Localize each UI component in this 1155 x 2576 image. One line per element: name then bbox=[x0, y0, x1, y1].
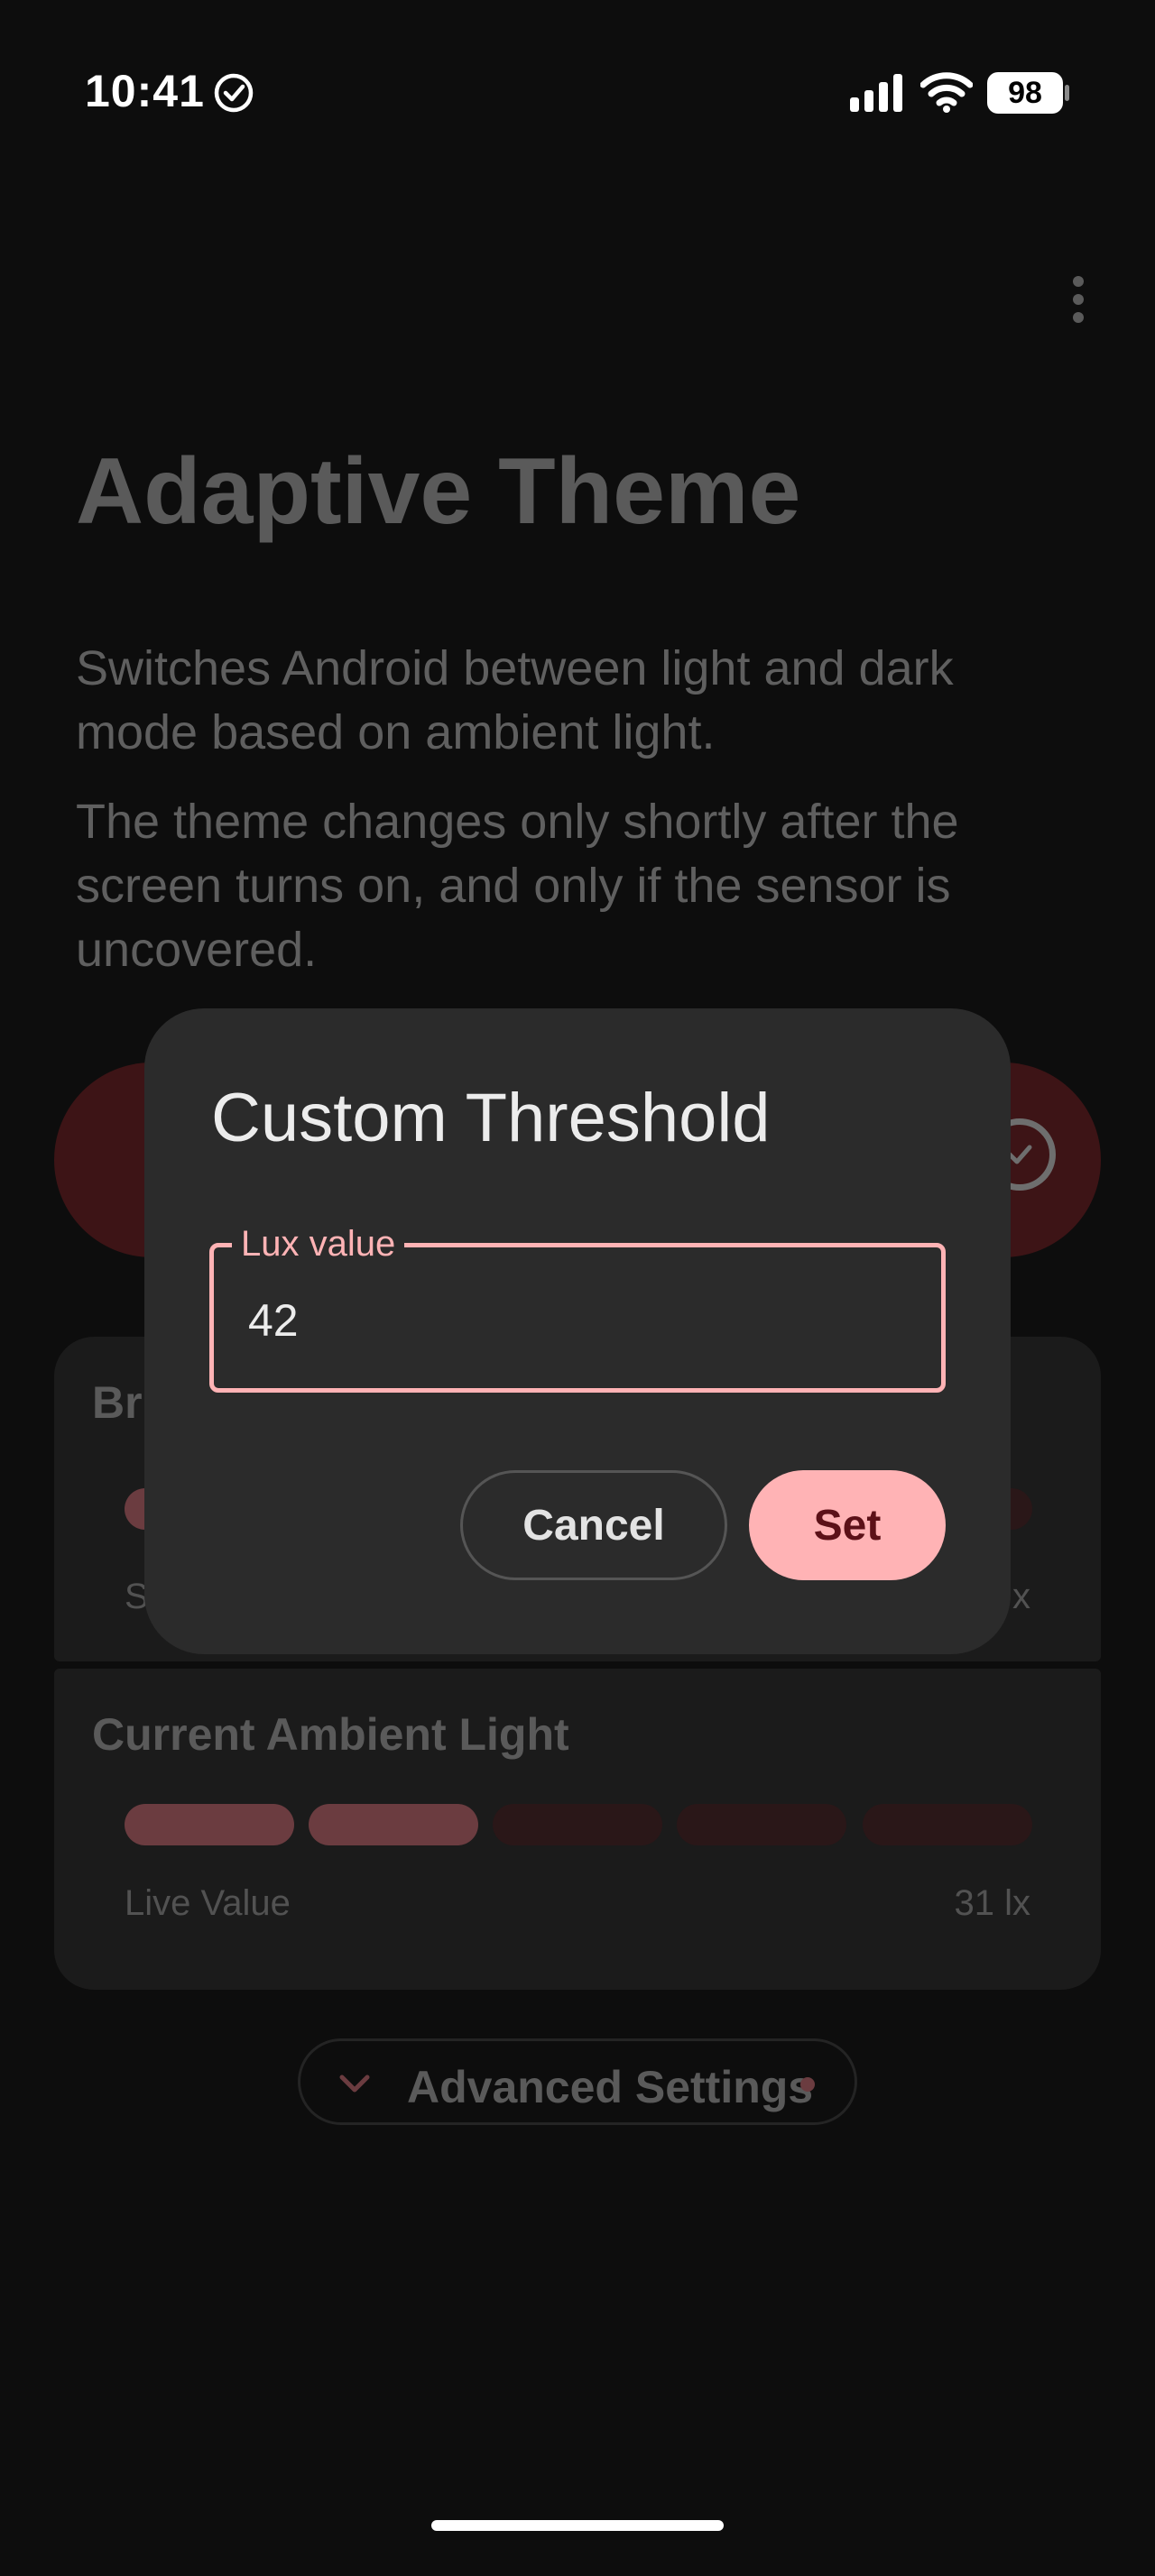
custom-threshold-dialog: Custom Threshold Lux value Cancel Set bbox=[144, 1008, 1011, 1654]
page-description: Switches Android between light and dark … bbox=[76, 641, 954, 759]
lux-value-input[interactable] bbox=[248, 1289, 898, 1352]
check-circle-icon bbox=[214, 73, 254, 113]
live-value-label: Live Value bbox=[125, 1883, 291, 1923]
home-indicator[interactable] bbox=[431, 2520, 724, 2531]
segment bbox=[863, 1804, 1032, 1845]
segment bbox=[309, 1804, 478, 1845]
advanced-settings-label: Advanced Settings bbox=[407, 2062, 814, 2112]
segment bbox=[125, 1804, 294, 1845]
card-title: Br bbox=[92, 1377, 143, 1428]
live-value-reading: 31 lx bbox=[954, 1883, 1031, 1923]
card-footer-right: x bbox=[1012, 1577, 1030, 1616]
advanced-settings-button[interactable]: Advanced Settings bbox=[298, 2038, 857, 2125]
page-title: Adaptive Theme bbox=[76, 439, 801, 544]
dialog-title: Custom Threshold bbox=[211, 1080, 771, 1156]
cancel-button[interactable]: Cancel bbox=[460, 1470, 727, 1580]
battery-cap bbox=[1065, 85, 1069, 101]
page-note: The theme changes only shortly after the… bbox=[76, 795, 959, 977]
battery-level: 98 bbox=[987, 72, 1063, 114]
lux-value-field[interactable]: Lux value bbox=[209, 1222, 946, 1393]
ambient-level-meter bbox=[125, 1804, 1032, 1845]
lux-value-label: Lux value bbox=[232, 1222, 405, 1265]
card-title: Current Ambient Light bbox=[92, 1709, 569, 1760]
ambient-light-card: Current Ambient Light Live Value 31 lx bbox=[54, 1669, 1101, 1990]
status-time: 10:41 bbox=[85, 66, 205, 116]
wifi-icon bbox=[920, 72, 973, 113]
chevron-down-icon bbox=[339, 2075, 370, 2093]
battery-icon: 98 bbox=[987, 72, 1069, 114]
segment bbox=[493, 1804, 662, 1845]
segment bbox=[677, 1804, 846, 1845]
set-button[interactable]: Set bbox=[749, 1470, 946, 1580]
more-options-icon[interactable] bbox=[1065, 276, 1092, 330]
indicator-dot bbox=[800, 2077, 815, 2092]
signal-icon bbox=[850, 74, 902, 112]
